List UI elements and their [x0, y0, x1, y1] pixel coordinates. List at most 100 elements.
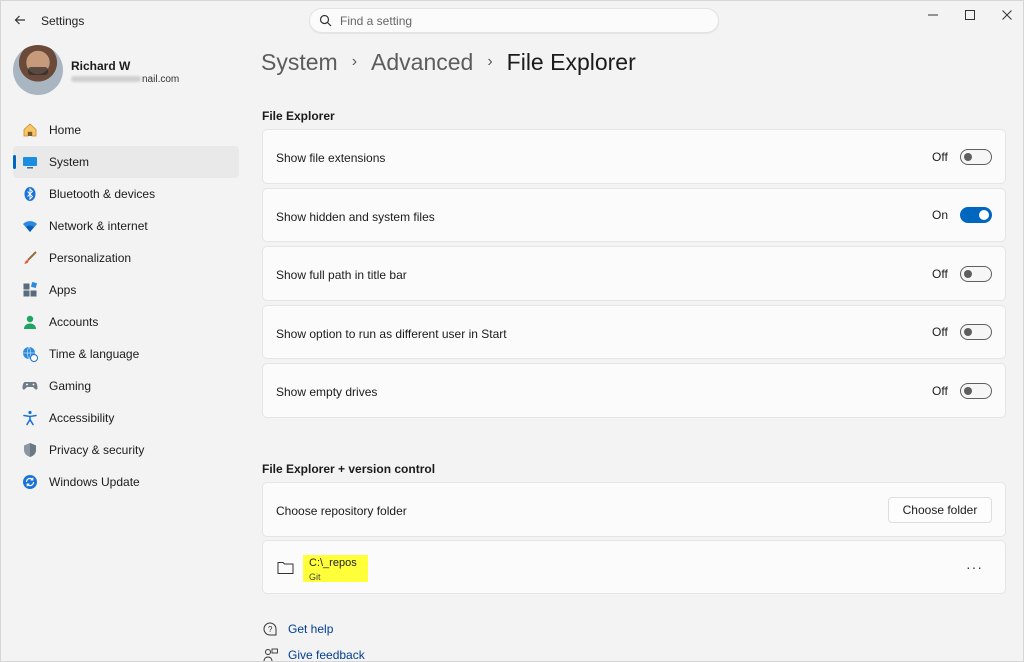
file-extensions-toggle[interactable]	[960, 148, 992, 165]
choose-folder-button[interactable]: Choose folder	[888, 496, 992, 523]
search-box[interactable]	[309, 8, 719, 33]
sidebar-nav: Home System Bluetooth & devices Network …	[13, 114, 239, 498]
sidebar-item-label: Home	[49, 123, 82, 137]
close-button[interactable]	[996, 7, 1018, 23]
get-help-link[interactable]: ? Get help	[262, 621, 333, 637]
user-profile[interactable]: Richard W nail.com	[13, 45, 243, 99]
help-icon: ?	[262, 621, 278, 637]
minimize-icon	[928, 14, 938, 16]
search-icon	[319, 14, 332, 27]
setting-show-empty-drives: Show empty drives Off	[262, 363, 1006, 418]
setting-label: Show empty drives	[276, 385, 378, 399]
sidebar-item-network[interactable]: Network & internet	[13, 210, 239, 242]
toggle-knob	[979, 210, 989, 220]
toggle-state-label: Off	[932, 149, 948, 164]
email-redaction	[71, 76, 141, 83]
toggle-group: On	[932, 207, 992, 223]
section-title-file-explorer: File Explorer	[262, 109, 335, 123]
gamepad-icon	[21, 377, 39, 395]
sidebar-item-label: Windows Update	[49, 475, 140, 489]
repository-entry: ···	[262, 540, 1006, 594]
sidebar-item-label: Network & internet	[49, 219, 148, 233]
sidebar-item-label: Time & language	[49, 347, 140, 361]
sidebar-item-personalization[interactable]: Personalization	[13, 242, 239, 274]
sidebar-item-bluetooth[interactable]: Bluetooth & devices	[13, 178, 239, 210]
page-title: File Explorer	[506, 48, 636, 75]
toggle-state-label: Off	[932, 383, 948, 398]
arrow-left-icon	[14, 15, 25, 25]
sidebar-item-gaming[interactable]: Gaming	[13, 370, 239, 402]
feedback-icon	[262, 647, 278, 662]
sidebar-item-label: Personalization	[49, 251, 132, 265]
sidebar-item-label: Bluetooth & devices	[49, 187, 156, 201]
setting-label: Choose repository folder	[276, 504, 407, 518]
toggle-knob	[964, 328, 972, 336]
breadcrumb-separator: ›	[351, 53, 358, 70]
profile-name: Richard W	[71, 59, 131, 73]
svg-text:?: ?	[268, 625, 273, 634]
empty-drives-toggle[interactable]	[960, 382, 992, 399]
wifi-icon	[21, 217, 39, 235]
toggle-state-label: On	[932, 208, 949, 222]
setting-show-hidden-files: Show hidden and system files On	[262, 188, 1006, 242]
search-input[interactable]	[340, 12, 700, 30]
breadcrumb-system[interactable]: System	[261, 49, 338, 76]
sidebar-item-label: System	[49, 155, 90, 169]
setting-choose-repository: Choose repository folder Choose folder	[262, 482, 1006, 537]
maximize-icon	[965, 10, 975, 20]
get-help-label: Get help	[288, 622, 334, 636]
folder-icon	[277, 562, 294, 574]
sidebar-item-label: Accessibility	[49, 411, 115, 425]
maximize-button[interactable]	[959, 7, 981, 23]
give-feedback-link[interactable]: Give feedback	[262, 647, 365, 662]
avatar	[13, 45, 63, 95]
repo-path: C:\_repos	[309, 557, 357, 569]
back-button[interactable]	[7, 7, 33, 33]
sidebar-item-system[interactable]: System	[13, 146, 239, 178]
hidden-files-toggle[interactable]	[960, 207, 992, 223]
breadcrumb-separator: ›	[487, 53, 493, 70]
sidebar-item-windows-update[interactable]: Windows Update	[13, 466, 239, 498]
toggle-knob	[964, 269, 972, 278]
breadcrumb-advanced[interactable]: Advanced	[371, 49, 473, 76]
toggle-group: Off	[932, 148, 992, 165]
repo-type: Git	[309, 572, 321, 582]
setting-run-as-different-user: Show option to run as different user in …	[262, 305, 1006, 359]
breadcrumb: System › Advanced › File Explorer	[261, 45, 636, 79]
sidebar-item-privacy[interactable]: Privacy & security	[13, 434, 239, 466]
sidebar-item-accessibility[interactable]: Accessibility	[13, 402, 239, 434]
update-icon	[21, 473, 39, 491]
sidebar-item-label: Apps	[49, 283, 77, 297]
accessibility-icon	[21, 409, 39, 427]
setting-label: Show hidden and system files	[276, 210, 435, 224]
app-title: Settings	[41, 14, 85, 28]
toggle-state-label: Off	[932, 325, 948, 339]
toggle-state-label: Off	[932, 266, 948, 281]
minimize-button[interactable]	[922, 7, 944, 23]
toggle-group: Off	[932, 265, 992, 282]
title-bar: Settings	[1, 1, 1023, 41]
full-path-toggle[interactable]	[960, 265, 992, 282]
accounts-icon	[21, 313, 39, 331]
sidebar-item-time-language[interactable]: Time & language	[13, 338, 239, 370]
toggle-knob	[964, 386, 972, 395]
close-icon	[1002, 10, 1012, 20]
shield-icon	[21, 441, 39, 459]
toggle-knob	[964, 152, 972, 161]
toggle-group: Off	[932, 382, 992, 399]
run-as-user-toggle[interactable]	[960, 324, 992, 340]
profile-email: nail.com	[71, 74, 179, 85]
section-title-version-control: File Explorer + version control	[262, 462, 436, 476]
profile-email-text: nail.com	[142, 74, 180, 85]
sidebar-item-label: Privacy & security	[49, 443, 145, 457]
more-options-button[interactable]: ···	[966, 559, 983, 575]
sidebar-item-home[interactable]: Home	[13, 114, 239, 146]
setting-label: Show file extensions	[276, 151, 386, 165]
brush-icon	[21, 249, 39, 267]
sidebar-item-label: Accounts	[49, 315, 99, 329]
setting-show-file-extensions: Show file extensions Off	[262, 129, 1006, 184]
sidebar-item-apps[interactable]: Apps	[13, 274, 239, 306]
sidebar-item-accounts[interactable]: Accounts	[13, 306, 239, 338]
system-icon	[21, 153, 39, 171]
toggle-group: Off	[932, 324, 992, 340]
